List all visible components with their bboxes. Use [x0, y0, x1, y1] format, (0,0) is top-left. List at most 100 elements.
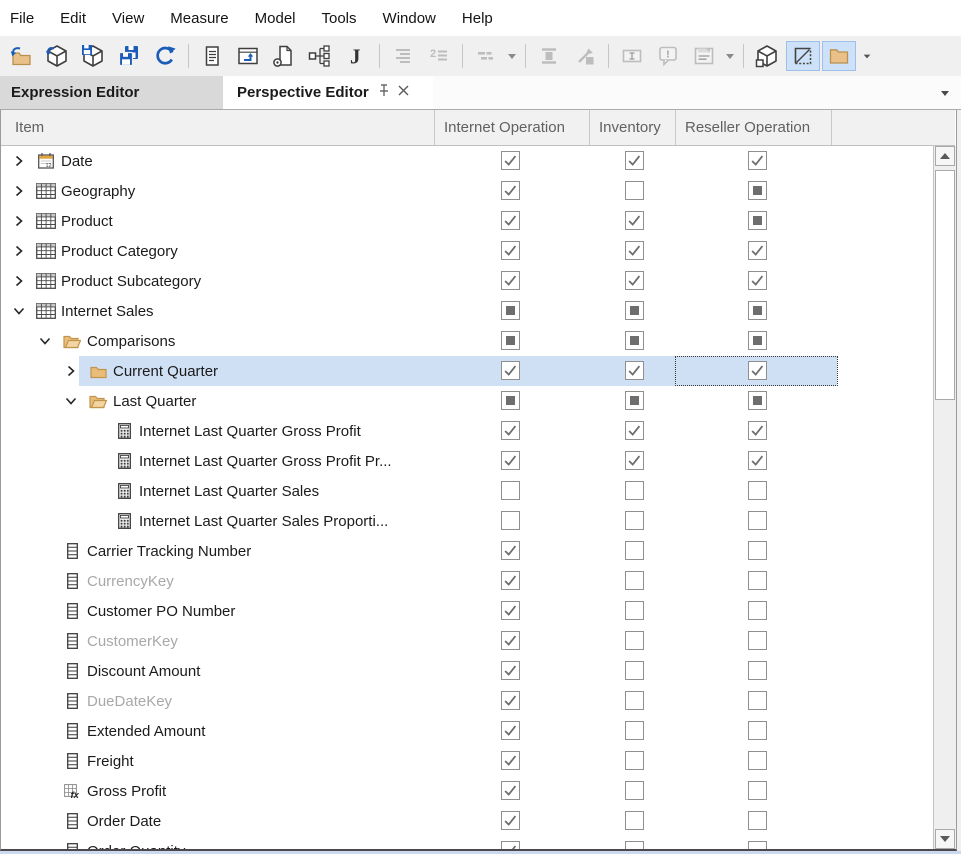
checkbox-inventory[interactable]: [625, 151, 644, 170]
chevron-right-icon[interactable]: [11, 153, 27, 169]
checkbox-internet-operation[interactable]: [501, 211, 520, 230]
tab-perspective-editor[interactable]: Perspective Editor: [223, 76, 433, 109]
checkbox-internet-operation[interactable]: [501, 391, 520, 410]
checkbox-inventory[interactable]: [625, 541, 644, 560]
checkbox-internet-operation[interactable]: [501, 691, 520, 710]
tree-row[interactable]: Product Subcategory: [1, 266, 932, 296]
checkbox-inventory[interactable]: [625, 481, 644, 500]
checkbox-reseller-operation[interactable]: [748, 661, 767, 680]
chevron-down-icon[interactable]: [11, 303, 27, 319]
checkbox-reseller-operation[interactable]: [748, 391, 767, 410]
checkbox-internet-operation[interactable]: [501, 181, 520, 200]
tree-row[interactable]: Extended Amount: [1, 716, 932, 746]
checkbox-reseller-operation[interactable]: [748, 541, 767, 560]
checkbox-reseller-operation[interactable]: [748, 241, 767, 260]
tree-row[interactable]: DueDateKey: [1, 686, 932, 716]
checkbox-reseller-operation[interactable]: [748, 271, 767, 290]
checkbox-inventory[interactable]: [625, 451, 644, 470]
checkbox-inventory[interactable]: [625, 661, 644, 680]
close-icon[interactable]: [397, 84, 410, 101]
checkbox-inventory[interactable]: [625, 571, 644, 590]
checkbox-reseller-operation[interactable]: [748, 781, 767, 800]
checkbox-inventory[interactable]: [625, 241, 644, 260]
menu-window[interactable]: Window: [370, 10, 449, 27]
tree-row[interactable]: Customer PO Number: [1, 596, 932, 626]
tree-row[interactable]: Internet Last Quarter Sales: [1, 476, 932, 506]
tree-row[interactable]: Internet Last Quarter Gross Profit Pr...: [1, 446, 932, 476]
checkbox-reseller-operation[interactable]: [748, 151, 767, 170]
checkbox-internet-operation[interactable]: [501, 541, 520, 560]
tree-row[interactable]: Last Quarter: [1, 386, 932, 416]
checkbox-internet-operation[interactable]: [501, 661, 520, 680]
open-file-button[interactable]: [4, 41, 38, 71]
checkbox-inventory[interactable]: [625, 511, 644, 530]
checkbox-inventory[interactable]: [625, 331, 644, 350]
menu-measure[interactable]: Measure: [157, 10, 241, 27]
chevron-right-icon[interactable]: [11, 183, 27, 199]
checkbox-internet-operation[interactable]: [501, 451, 520, 470]
chevron-right-icon[interactable]: [11, 213, 27, 229]
dropdown-caret-icon[interactable]: [722, 41, 738, 71]
tree-row[interactable]: Product Category: [1, 236, 932, 266]
show-hidden-toggle-button[interactable]: [786, 41, 820, 71]
tree-row[interactable]: CurrencyKey: [1, 566, 932, 596]
expand-column-button[interactable]: [532, 41, 566, 71]
checkbox-inventory[interactable]: [625, 721, 644, 740]
menu-tools[interactable]: Tools: [309, 10, 370, 27]
menu-file[interactable]: File: [0, 10, 47, 27]
format-dax-button[interactable]: [386, 41, 420, 71]
refresh-button[interactable]: [148, 41, 182, 71]
checkbox-reseller-operation[interactable]: [748, 421, 767, 440]
pin-icon[interactable]: [377, 83, 391, 102]
tree-row[interactable]: Freight: [1, 746, 932, 776]
view-options-caret-button[interactable]: [858, 41, 876, 71]
chevron-down-icon[interactable]: [63, 393, 79, 409]
checkbox-inventory[interactable]: [625, 271, 644, 290]
checkbox-internet-operation[interactable]: [501, 601, 520, 620]
new-measure-button[interactable]: [195, 41, 229, 71]
tree-row[interactable]: Order Date: [1, 806, 932, 836]
checkbox-reseller-operation[interactable]: [748, 301, 767, 320]
checkbox-reseller-operation[interactable]: [748, 691, 767, 710]
checkbox-inventory[interactable]: [625, 631, 644, 650]
menu-view[interactable]: View: [99, 10, 157, 27]
checkbox-internet-operation[interactable]: [501, 721, 520, 740]
checkbox-reseller-operation[interactable]: [748, 481, 767, 500]
column-header-reseller-operation[interactable]: Reseller Operation: [685, 110, 810, 145]
checkbox-inventory[interactable]: [625, 811, 644, 830]
checkbox-internet-operation[interactable]: [501, 301, 520, 320]
menu-model[interactable]: Model: [242, 10, 309, 27]
checkbox-inventory[interactable]: [625, 781, 644, 800]
checkbox-internet-operation[interactable]: [501, 151, 520, 170]
checkbox-inventory[interactable]: [625, 691, 644, 710]
chevron-right-icon[interactable]: [11, 243, 27, 259]
script-dax-button[interactable]: J: [339, 41, 373, 71]
chevron-right-icon[interactable]: [63, 363, 79, 379]
checkbox-internet-operation[interactable]: [501, 781, 520, 800]
save-layout-button[interactable]: [687, 41, 721, 71]
scroll-up-button[interactable]: [935, 146, 955, 166]
chevron-down-icon[interactable]: [37, 333, 53, 349]
checkbox-inventory[interactable]: [625, 421, 644, 440]
display-folder-button[interactable]: [469, 41, 503, 71]
dependencies-button[interactable]: [303, 41, 337, 71]
menu-edit[interactable]: Edit: [47, 10, 99, 27]
checkbox-inventory[interactable]: [625, 211, 644, 230]
open-database-button[interactable]: [40, 41, 74, 71]
goto-button[interactable]: [568, 41, 602, 71]
checkbox-inventory[interactable]: [625, 601, 644, 620]
tab-expression-editor[interactable]: Expression Editor: [0, 76, 223, 109]
tree-row[interactable]: Internet Last Quarter Sales Proporti...: [1, 506, 932, 536]
checkbox-inventory[interactable]: [625, 841, 644, 849]
tree-row[interactable]: Carrier Tracking Number: [1, 536, 932, 566]
checkbox-reseller-operation[interactable]: [748, 181, 767, 200]
tree-row[interactable]: Geography: [1, 176, 932, 206]
checkbox-internet-operation[interactable]: [501, 751, 520, 770]
tree-row[interactable]: fxGross Profit: [1, 776, 932, 806]
tree-row[interactable]: Internet Sales: [1, 296, 932, 326]
tree-row[interactable]: Order Quantity: [1, 836, 932, 849]
vertical-scrollbar[interactable]: [933, 146, 956, 849]
checkbox-reseller-operation[interactable]: [748, 601, 767, 620]
tree-row[interactable]: Discount Amount: [1, 656, 932, 686]
tree-row[interactable]: 12Date: [1, 146, 932, 176]
